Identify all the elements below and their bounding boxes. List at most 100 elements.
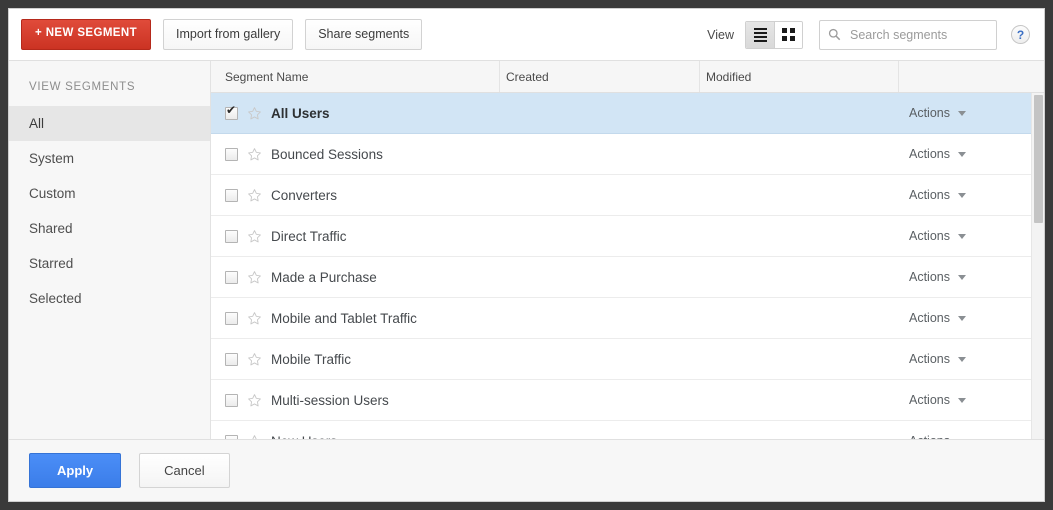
- share-segments-button[interactable]: Share segments: [305, 18, 423, 51]
- row-actions-label: Actions: [909, 434, 950, 439]
- view-toggle-group: [745, 20, 803, 49]
- table-row[interactable]: Multi-session Users Actions: [211, 380, 1044, 421]
- sidebar: VIEW SEGMENTS All System Custom Shared S…: [9, 61, 211, 439]
- table-row[interactable]: Mobile Traffic Actions: [211, 339, 1044, 380]
- cancel-button[interactable]: Cancel: [139, 453, 230, 488]
- star-icon[interactable]: [247, 147, 262, 162]
- sidebar-heading: VIEW SEGMENTS: [29, 81, 136, 93]
- sidebar-item-shared[interactable]: Shared: [9, 211, 210, 246]
- segment-name-label[interactable]: Bounced Sessions: [271, 147, 383, 162]
- search-segments-wrapper: [819, 19, 997, 50]
- row-actions-menu[interactable]: Actions: [909, 270, 966, 284]
- row-checkbox[interactable]: [225, 147, 238, 161]
- chevron-down-icon: [958, 151, 966, 157]
- table-header-row: Segment Name Created Modified: [211, 61, 1044, 93]
- header-divider-1: [499, 61, 500, 92]
- row-actions-menu[interactable]: Actions: [909, 393, 966, 407]
- segment-name-label[interactable]: New Users: [271, 434, 337, 440]
- row-actions-menu[interactable]: Actions: [909, 188, 966, 202]
- search-input[interactable]: [819, 19, 997, 50]
- row-actions-menu[interactable]: Actions: [909, 106, 966, 120]
- table-row[interactable]: Bounced Sessions Actions: [211, 134, 1044, 175]
- table-row[interactable]: All Users Actions: [211, 93, 1044, 134]
- sidebar-item-all[interactable]: All: [9, 106, 210, 141]
- grid-view-icon[interactable]: [774, 21, 802, 48]
- list-view-icon[interactable]: [746, 21, 774, 48]
- row-actions-label: Actions: [909, 147, 950, 161]
- help-icon[interactable]: ?: [1011, 25, 1030, 44]
- star-icon[interactable]: [247, 352, 262, 367]
- row-checkbox[interactable]: [225, 229, 238, 243]
- row-actions-label: Actions: [909, 188, 950, 202]
- segment-name-label[interactable]: Made a Purchase: [271, 270, 377, 285]
- segment-name-label[interactable]: All Users: [271, 106, 330, 121]
- apply-button[interactable]: Apply: [29, 453, 122, 488]
- new-segment-button[interactable]: + NEW SEGMENT: [21, 19, 152, 50]
- row-actions-menu[interactable]: Actions: [909, 147, 966, 161]
- column-header-segment-name[interactable]: Segment Name: [225, 70, 308, 84]
- segment-name-label[interactable]: Direct Traffic: [271, 229, 347, 244]
- row-checkbox[interactable]: [225, 270, 238, 284]
- chevron-down-icon: [958, 233, 966, 239]
- sidebar-item-selected[interactable]: Selected: [9, 281, 210, 316]
- view-label: View: [707, 27, 734, 42]
- star-icon[interactable]: [247, 229, 262, 244]
- star-icon[interactable]: [247, 393, 262, 408]
- table-body: All UsersActionsBounced SessionsActionsC…: [211, 93, 1044, 439]
- row-checkbox[interactable]: [225, 188, 238, 202]
- table-row[interactable]: New Users Actions: [211, 421, 1044, 439]
- segments-table: Segment Name Created Modified All UsersA…: [211, 61, 1044, 439]
- chevron-down-icon: [958, 397, 966, 403]
- list-bars-glyph: [753, 27, 767, 42]
- chevron-down-icon: [958, 438, 966, 439]
- star-icon[interactable]: [247, 311, 262, 326]
- segments-panel: + NEW SEGMENT Import from gallery Share …: [8, 8, 1045, 502]
- column-header-created[interactable]: Created: [506, 70, 549, 84]
- segment-name-label[interactable]: Mobile and Tablet Traffic: [271, 311, 417, 326]
- table-scrollbar-thumb[interactable]: [1034, 95, 1043, 223]
- row-checkbox[interactable]: [225, 352, 238, 366]
- row-checkbox[interactable]: [225, 311, 238, 325]
- table-row[interactable]: Made a Purchase Actions: [211, 257, 1044, 298]
- chevron-down-icon: [958, 274, 966, 280]
- star-icon[interactable]: [247, 106, 262, 121]
- import-from-gallery-button[interactable]: Import from gallery: [163, 18, 294, 51]
- table-row[interactable]: Converters Actions: [211, 175, 1044, 216]
- row-checkbox[interactable]: [225, 104, 238, 120]
- toolbar: + NEW SEGMENT Import from gallery Share …: [9, 9, 1044, 61]
- chevron-down-icon: [958, 356, 966, 362]
- row-actions-label: Actions: [909, 229, 950, 243]
- footer-actions: Apply Cancel: [9, 439, 1044, 501]
- star-icon[interactable]: [247, 188, 262, 203]
- row-actions-menu[interactable]: Actions: [909, 434, 966, 439]
- grid-squares-glyph: [782, 28, 795, 41]
- header-divider-3: [898, 61, 899, 92]
- row-checkbox[interactable]: [225, 393, 238, 407]
- sidebar-item-system[interactable]: System: [9, 141, 210, 176]
- column-header-modified[interactable]: Modified: [706, 70, 751, 84]
- row-actions-label: Actions: [909, 352, 950, 366]
- row-actions-menu[interactable]: Actions: [909, 352, 966, 366]
- row-actions-label: Actions: [909, 270, 950, 284]
- row-actions-menu[interactable]: Actions: [909, 229, 966, 243]
- row-actions-label: Actions: [909, 106, 950, 120]
- chevron-down-icon: [958, 192, 966, 198]
- sidebar-item-starred[interactable]: Starred: [9, 246, 210, 281]
- table-scrollbar-track[interactable]: [1031, 93, 1044, 439]
- row-actions-label: Actions: [909, 311, 950, 325]
- star-icon[interactable]: [247, 270, 262, 285]
- toolbar-right-controls: View ?: [707, 19, 1030, 50]
- segment-name-label[interactable]: Converters: [271, 188, 337, 203]
- chevron-down-icon: [958, 110, 966, 116]
- table-row[interactable]: Direct Traffic Actions: [211, 216, 1044, 257]
- header-divider-2: [699, 61, 700, 92]
- segment-name-label[interactable]: Multi-session Users: [271, 393, 389, 408]
- table-row[interactable]: Mobile and Tablet Traffic Actions: [211, 298, 1044, 339]
- segment-name-label[interactable]: Mobile Traffic: [271, 352, 351, 367]
- sidebar-item-custom[interactable]: Custom: [9, 176, 210, 211]
- row-actions-menu[interactable]: Actions: [909, 311, 966, 325]
- star-icon[interactable]: [247, 434, 262, 439]
- row-checkbox[interactable]: [225, 434, 238, 439]
- panel-body: VIEW SEGMENTS All System Custom Shared S…: [9, 61, 1044, 439]
- row-actions-label: Actions: [909, 393, 950, 407]
